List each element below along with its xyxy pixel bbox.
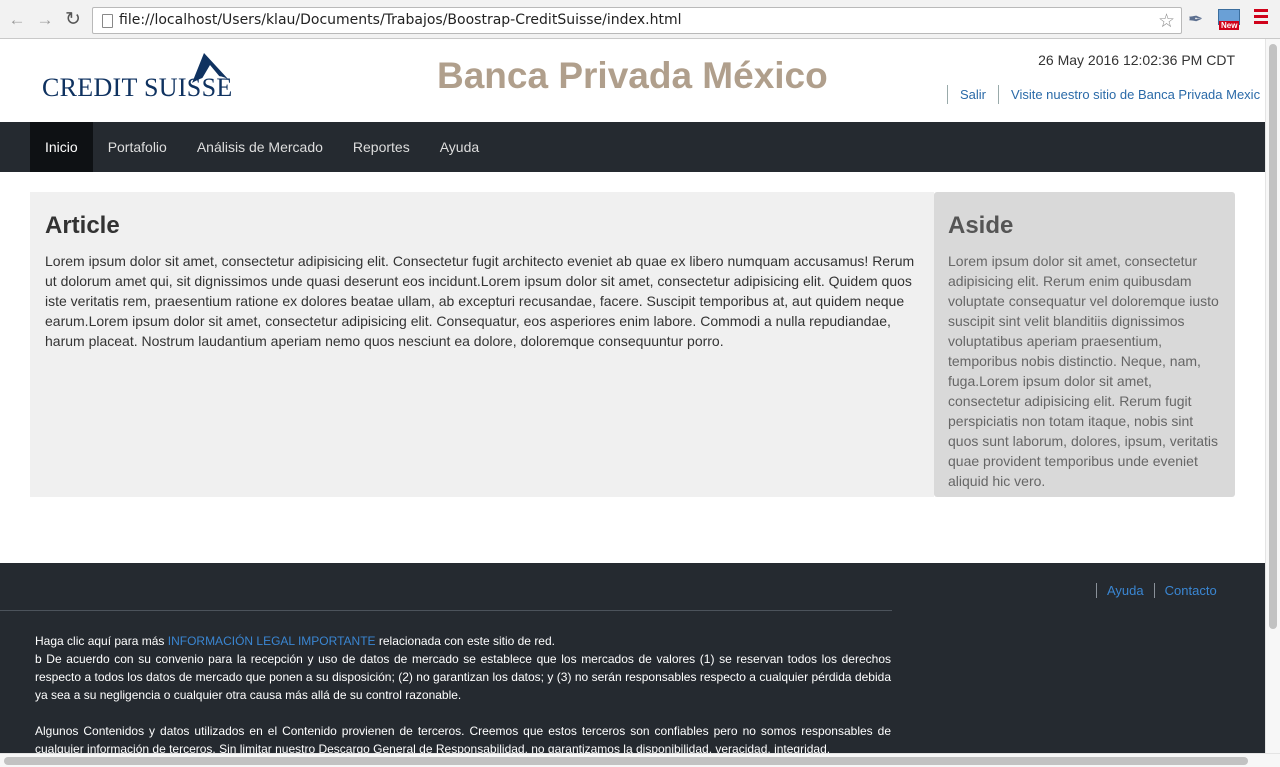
site-header: CREDIT SUISSE Banca Privada México 26 Ma…: [0, 39, 1265, 122]
url-text[interactable]: file://localhost/Users/klau/Documents/Tr…: [119, 12, 682, 28]
legal-market-data-text: b De acuerdo con su convenio para la rec…: [35, 652, 891, 702]
aside-section: Aside Lorem ipsum dolor sit amet, consec…: [934, 192, 1235, 497]
main-content: Article Lorem ipsum dolor sit amet, cons…: [30, 192, 1235, 497]
bookmark-star-icon[interactable]: ☆: [1158, 10, 1175, 33]
legal-text: Haga clic aquí para más INFORMACIÓN LEGA…: [35, 632, 891, 753]
footer-link-ayuda[interactable]: Ayuda: [1096, 583, 1154, 598]
aside-body: Lorem ipsum dolor sit amet, consectetur …: [948, 253, 1219, 489]
nav-item-ayuda[interactable]: Ayuda: [425, 122, 494, 172]
nav-item-analisis-de-mercado[interactable]: Análisis de Mercado: [182, 122, 338, 172]
aside-title: Aside: [948, 212, 1014, 239]
address-bar[interactable]: file://localhost/Users/klau/Documents/Tr…: [92, 7, 1182, 34]
footer-divider: [0, 610, 892, 611]
main-nav: Inicio Portafolio Análisis de Mercado Re…: [0, 122, 1265, 172]
sails-icon: [192, 53, 228, 83]
legal-intro-suffix: relacionada con este sitio de red.: [375, 634, 555, 648]
legal-intro-text: Haga clic aquí para más: [35, 634, 168, 648]
logout-link[interactable]: Salir: [947, 85, 998, 104]
footer-links: Ayuda Contacto: [1096, 583, 1227, 598]
back-icon[interactable]: ←: [8, 11, 26, 29]
legal-paragraph-2: Algunos Contenidos y datos utilizados en…: [35, 724, 891, 753]
legal-paragraph-1: Haga clic aquí para más INFORMACIÓN LEGA…: [35, 632, 891, 704]
horizontal-scroll-thumb[interactable]: [4, 757, 1248, 765]
extension-new-badge: New: [1219, 21, 1240, 30]
nav-item-inicio[interactable]: Inicio: [30, 122, 93, 172]
reload-icon[interactable]: ↻: [64, 10, 82, 29]
visit-site-link[interactable]: Visite nuestro sitio de Banca Privada Me…: [998, 85, 1272, 104]
vertical-scrollbar[interactable]: [1265, 39, 1280, 753]
horizontal-scrollbar[interactable]: [0, 753, 1280, 767]
page-icon: [102, 14, 113, 28]
article-body: Lorem ipsum dolor sit amet, consectetur …: [45, 253, 915, 349]
article-section: Article Lorem ipsum dolor sit amet, cons…: [30, 192, 934, 497]
legal-info-link[interactable]: INFORMACIÓN LEGAL IMPORTANTE: [168, 634, 376, 648]
footer-link-contacto[interactable]: Contacto: [1153, 583, 1227, 598]
nav-item-reportes[interactable]: Reportes: [338, 122, 425, 172]
footer: Ayuda Contacto Haga clic aquí para más IN…: [0, 563, 1265, 753]
extension-icon[interactable]: New: [1218, 9, 1240, 31]
header-links: Salir Visite nuestro sitio de Banca Priva…: [947, 85, 1272, 107]
nav-item-portafolio[interactable]: Portafolio: [93, 122, 182, 172]
forward-icon[interactable]: →: [36, 11, 54, 29]
date-time: 26 May 2016 12:02:36 PM CDT: [1038, 52, 1235, 68]
credit-suisse-logo[interactable]: CREDIT SUISSE: [42, 51, 242, 111]
browser-toolbar: ← → ↻ file://localhost/Users/klau/Docume…: [0, 0, 1280, 39]
page-title: Banca Privada México: [437, 55, 828, 96]
eyedropper-icon[interactable]: ✒: [1188, 9, 1210, 31]
vertical-scroll-thumb[interactable]: [1269, 44, 1277, 629]
menu-icon[interactable]: [1254, 9, 1268, 31]
article-title: Article: [45, 212, 120, 239]
